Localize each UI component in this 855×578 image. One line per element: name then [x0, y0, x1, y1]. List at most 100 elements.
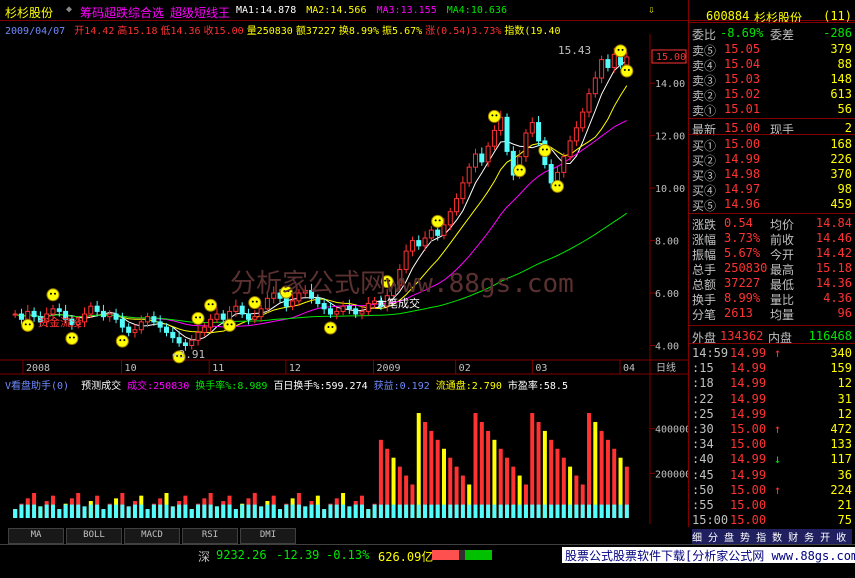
smiley-eye	[331, 326, 334, 329]
candle-body	[164, 326, 169, 333]
index-value: 9232.26	[216, 548, 267, 562]
kline-chart[interactable]: 200000 400000 14.00 12.00 10.00 8.00 6.00 4.00…	[0, 34, 688, 527]
volume-bar-base	[101, 509, 106, 518]
indicator-tab-dmi[interactable]: DMI	[240, 528, 296, 544]
volume-bar	[429, 430, 434, 518]
volume-bar-base	[372, 504, 377, 518]
ad-banner[interactable]: 股票公式股票软件下载[分析家公式网 www.88gs.com]	[562, 547, 855, 563]
volume-bar-base	[208, 504, 213, 518]
volume-bar-base	[322, 509, 327, 518]
candle-body	[56, 308, 62, 312]
indicator-tab-boll[interactable]: BOLL	[66, 528, 122, 544]
low-price-label: ←3.91	[172, 348, 205, 361]
volume-bar-base	[568, 504, 573, 518]
candle	[479, 147, 485, 166]
volume-bar-base	[448, 504, 453, 518]
volume-bar-base	[120, 504, 125, 518]
smiley-eye	[123, 339, 126, 342]
volume-bar-base	[404, 504, 409, 518]
volume-bar	[511, 466, 516, 518]
indicator-tab-rsi[interactable]: RSI	[182, 528, 238, 544]
vol-item-6: 市盈率:58.5	[507, 381, 568, 392]
volume-bar	[32, 492, 37, 518]
panel-separator-1	[689, 118, 855, 119]
volume-bar-base	[265, 504, 270, 518]
candle	[454, 193, 460, 216]
volume-bar-base	[259, 506, 264, 518]
tick-row-10: :55 15.00 21	[692, 498, 852, 512]
volume-bar-base	[435, 504, 440, 518]
stat-row-1: 涨幅 3.73% 前收 14.46	[692, 231, 852, 247]
candle-body	[157, 321, 163, 328]
smiley-eye	[491, 114, 494, 117]
volume-bar-base	[454, 504, 459, 518]
candle	[126, 323, 132, 337]
volume-bar-base	[63, 504, 68, 518]
smiley-eye	[558, 184, 561, 187]
candle-body	[50, 308, 56, 315]
volume-bar	[170, 506, 175, 518]
vol-title[interactable]: V看盘助手(0)	[5, 381, 69, 392]
formula-tab-1[interactable]: 筹码超跌综合选	[80, 4, 164, 21]
volume-bar-base	[240, 504, 245, 518]
quote-bottom-tabs[interactable]: 细 分 盘 势 指 数 财 务 开 收	[692, 529, 852, 544]
candle-body	[624, 56, 630, 66]
volume-bar	[473, 413, 478, 518]
candle-body	[340, 305, 346, 312]
candle	[409, 236, 415, 257]
volume-bar	[448, 457, 453, 518]
volume-bar-base	[618, 504, 623, 518]
volume-bar-base	[57, 509, 62, 518]
volume-bar	[50, 495, 55, 518]
volume-bar	[416, 413, 421, 518]
volume-bar	[246, 498, 251, 518]
volume-bar	[359, 495, 364, 518]
candle	[94, 300, 100, 317]
volume-bar	[208, 492, 213, 518]
candle	[580, 108, 586, 132]
indicator-tab-ma[interactable]: MA	[8, 528, 64, 544]
smiley-icon	[65, 332, 79, 346]
volume-bar-base	[296, 504, 301, 518]
volume-bar-base	[517, 504, 522, 518]
candle-body	[428, 229, 434, 239]
candle	[113, 308, 119, 324]
volume-bar-base	[38, 506, 43, 518]
smiley-eye	[119, 339, 122, 342]
date-tick-4: 2009	[377, 363, 401, 374]
candle-body	[365, 303, 371, 312]
smiley-eye	[621, 48, 624, 51]
volume-bar	[366, 509, 371, 518]
candle	[208, 314, 214, 333]
panel-separator-0	[689, 22, 855, 23]
candle	[473, 148, 478, 173]
volume-bar	[296, 492, 301, 518]
indicator-tab-macd[interactable]: MACD	[124, 528, 180, 544]
volume-bar	[599, 430, 604, 518]
candle-body	[31, 310, 37, 318]
candle-body	[403, 250, 409, 270]
date-tick-5: 02	[459, 363, 471, 374]
volume-bar-base	[252, 504, 257, 518]
volume-bar-base	[574, 504, 579, 518]
smiley-icon	[513, 164, 527, 178]
volume-bar-base	[479, 504, 484, 518]
watermark: 分析家公式网www.88gs.com	[230, 269, 574, 299]
candle-body	[145, 316, 151, 323]
candle	[428, 226, 434, 242]
formula-tab-2[interactable]: 超级短线王	[170, 4, 230, 21]
stock-name-tab[interactable]: 杉杉股份	[5, 4, 53, 21]
volume-bar	[593, 421, 598, 518]
candle	[485, 142, 491, 168]
candle	[561, 152, 567, 178]
volume-bar	[561, 457, 566, 518]
candle-body	[473, 153, 478, 168]
vol-tick-1: 400000	[655, 425, 688, 436]
tick-row-1: :15 14.99 159	[692, 361, 852, 376]
smiley-eye	[68, 336, 71, 339]
candle	[567, 135, 573, 161]
volume-bar-base	[170, 506, 175, 518]
candle-body	[435, 229, 441, 236]
volume-bar	[265, 501, 270, 518]
arrow-down-icon[interactable]: ⇩	[648, 3, 655, 16]
